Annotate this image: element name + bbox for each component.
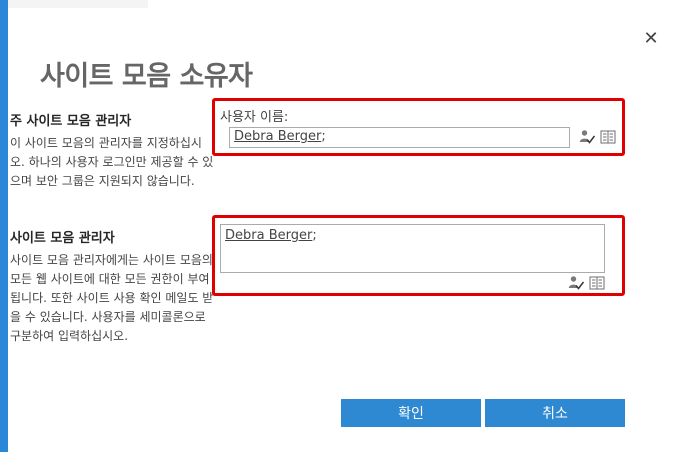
check-names-icon[interactable] <box>579 129 596 145</box>
site-admins-people-picker[interactable]: Debra Berger; <box>220 224 605 273</box>
resolved-user-name[interactable]: Debra Berger <box>234 129 321 144</box>
close-icon[interactable]: ✕ <box>640 28 662 50</box>
site-admins-description: 사이트 모음 관리자에게는 사이트 모음의 모든 웹 사이트에 대한 모든 권한… <box>10 253 214 343</box>
dialog-title: 사이트 모음 소유자 <box>40 61 253 92</box>
address-book-icon[interactable] <box>589 275 605 291</box>
name-separator: ; <box>312 228 317 243</box>
site-admins-heading: 사이트 모음 관리자 <box>10 231 115 246</box>
left-accent-bar <box>0 0 8 452</box>
primary-admin-description: 이 사이트 모음의 관리자를 지정하십시오. 하나의 사용자 로그인만 제공할 … <box>10 136 214 188</box>
check-names-icon[interactable] <box>568 275 585 291</box>
resolved-user-name[interactable]: Debra Berger <box>225 228 312 243</box>
ok-button[interactable]: 확인 <box>341 399 481 427</box>
cancel-button[interactable]: 취소 <box>485 399 625 427</box>
primary-admin-people-picker[interactable]: Debra Berger; <box>229 127 570 148</box>
top-strip <box>8 0 148 8</box>
primary-admin-heading: 주 사이트 모음 관리자 <box>10 114 132 129</box>
address-book-icon[interactable] <box>600 129 616 145</box>
name-separator: ; <box>321 129 326 144</box>
user-name-label: 사용자 이름: <box>220 110 289 125</box>
